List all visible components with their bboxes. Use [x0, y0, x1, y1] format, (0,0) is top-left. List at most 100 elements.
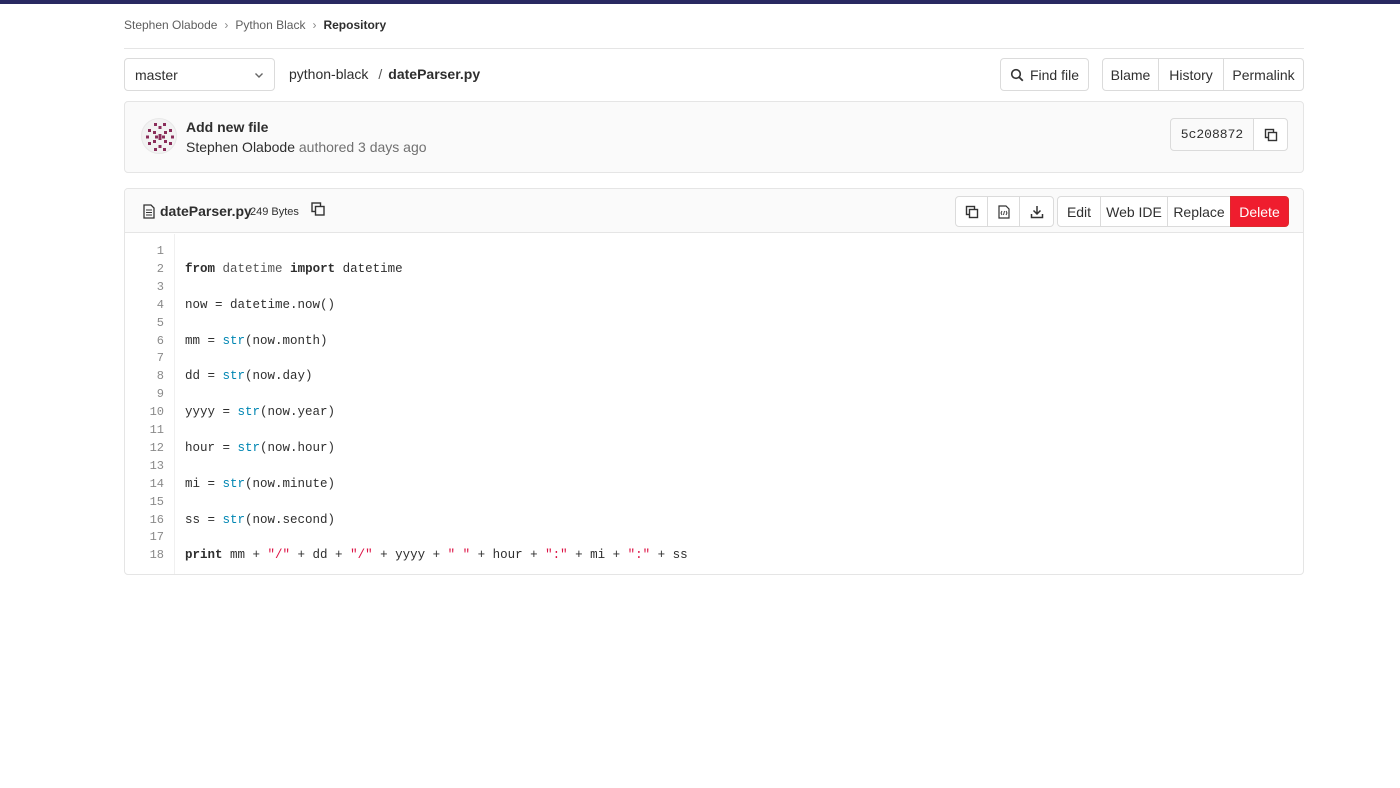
code-token: mm +	[222, 548, 268, 563]
line-number[interactable]: 18	[150, 548, 164, 562]
file-header: dateParser.py 249 Bytes Edit Web IDE Rep…	[125, 189, 1303, 233]
code-token: + hour +	[470, 548, 546, 563]
code-token: from	[185, 261, 216, 276]
code-token: datetime	[222, 261, 283, 276]
code-line: now = datetime.now()	[185, 298, 335, 312]
line-number[interactable]: 8	[157, 369, 164, 383]
header-divider	[124, 48, 1304, 49]
breadcrumb-item-user[interactable]: Stephen Olabode	[124, 18, 217, 32]
breadcrumb-item-project[interactable]: Python Black	[235, 18, 305, 32]
breadcrumb-separator: ›	[224, 18, 229, 32]
permalink-button[interactable]: Permalink	[1223, 58, 1304, 91]
code-token: (now.minute)	[245, 476, 336, 491]
history-button[interactable]: History	[1158, 58, 1224, 91]
breadcrumb-separator: ›	[312, 18, 317, 32]
line-number[interactable]: 11	[150, 423, 164, 437]
line-number[interactable]: 2	[157, 262, 164, 276]
download-button[interactable]	[1019, 196, 1054, 227]
file-viewer: dateParser.py 249 Bytes Edit Web IDE Rep…	[124, 188, 1304, 575]
line-number[interactable]: 1	[157, 244, 164, 258]
chevron-down-icon	[253, 69, 265, 81]
commit-author[interactable]: Stephen Olabode	[186, 139, 295, 155]
code-token: (now.year)	[260, 405, 336, 420]
line-number[interactable]: 5	[157, 316, 164, 330]
line-number[interactable]: 13	[150, 459, 164, 473]
code-token: + mi +	[567, 548, 628, 563]
code-token: ss =	[185, 512, 223, 527]
commit-sha[interactable]: 5c208872	[1170, 118, 1254, 151]
commit-meta: Stephen Olabode authored 3 days ago	[186, 139, 427, 155]
line-number[interactable]: 17	[150, 530, 164, 544]
file-path: python-black / dateParser.py	[289, 66, 480, 82]
code-token: str	[237, 405, 261, 420]
code-token: datetime	[335, 261, 403, 276]
code-token: str	[222, 512, 246, 527]
path-file-name[interactable]: dateParser.py	[388, 66, 480, 82]
replace-button[interactable]: Replace	[1167, 196, 1231, 227]
branch-select-value: master	[135, 66, 178, 83]
code-token: + yyyy +	[372, 548, 448, 563]
line-number[interactable]: 6	[157, 334, 164, 348]
code-token: mi =	[185, 476, 223, 491]
code-line: yyyy = str(now.year)	[185, 405, 335, 419]
top-nav-bar	[0, 0, 1400, 4]
code-line: ss = str(now.second)	[185, 513, 335, 527]
copy-icon	[1264, 128, 1278, 142]
code-line: print mm + "/" + dd + "/" + yyyy + " " +…	[185, 548, 688, 562]
code-token: yyyy =	[185, 405, 238, 420]
code-token: dd =	[185, 369, 223, 384]
code-token: (now.hour)	[260, 440, 336, 455]
code-token: ":"	[627, 548, 651, 563]
line-number[interactable]: 7	[157, 351, 164, 365]
line-number[interactable]: 9	[157, 387, 164, 401]
branch-select[interactable]: master	[124, 58, 275, 91]
line-number[interactable]: 10	[150, 405, 164, 419]
copy-icon	[965, 205, 979, 219]
code-line: from datetime import datetime	[185, 262, 403, 276]
line-number[interactable]: 4	[157, 298, 164, 312]
edit-button[interactable]: Edit	[1057, 196, 1101, 227]
path-repo-link[interactable]: python-black	[289, 66, 368, 82]
code-view: 1 2 3 4 5 6 7 8 9 10 11 12 13 14 15 16 17 18 from datetim…	[125, 234, 1303, 574]
line-number[interactable]: 12	[150, 441, 164, 455]
line-number[interactable]: 14	[150, 477, 164, 491]
code-token: import	[290, 261, 336, 276]
copy-icon[interactable]	[310, 201, 328, 219]
raw-file-icon	[997, 204, 1010, 219]
code-token: str	[222, 476, 246, 491]
code-token: "/"	[267, 548, 291, 563]
last-commit-panel: Add new file Stephen Olabode authored 3 …	[124, 101, 1304, 173]
code-token: " "	[447, 548, 471, 563]
file-icon	[143, 204, 155, 219]
open-raw-button[interactable]	[987, 196, 1020, 227]
code-token: hour =	[185, 440, 238, 455]
delete-button[interactable]: Delete	[1230, 196, 1289, 227]
line-number[interactable]: 15	[150, 495, 164, 509]
code-token: + dd +	[290, 548, 351, 563]
line-number[interactable]: 16	[150, 513, 164, 527]
breadcrumb-item-repository[interactable]: Repository	[323, 18, 386, 32]
code-token: mm =	[185, 333, 223, 348]
find-file-button[interactable]: Find file	[1000, 58, 1089, 91]
code-token: (now.day)	[245, 369, 313, 384]
path-separator: /	[378, 66, 383, 82]
identicon	[146, 123, 174, 151]
code-token: str	[222, 369, 246, 384]
web-ide-button[interactable]: Web IDE	[1100, 196, 1168, 227]
code-token: "/"	[350, 548, 373, 563]
avatar[interactable]	[141, 118, 177, 154]
copy-contents-button[interactable]	[955, 196, 988, 227]
code-line: mm = str(now.month)	[185, 334, 328, 348]
copy-sha-button[interactable]	[1253, 118, 1288, 151]
code-line: mi = str(now.minute)	[185, 477, 335, 491]
file-size: 249 Bytes	[250, 206, 299, 218]
code-token: print	[185, 548, 223, 563]
code-token: + ss	[650, 548, 688, 563]
code-token: (now.second)	[245, 512, 336, 527]
commit-title[interactable]: Add new file	[186, 119, 268, 135]
blame-button[interactable]: Blame	[1102, 58, 1159, 91]
line-number[interactable]: 3	[157, 280, 164, 294]
code-token: str	[222, 333, 246, 348]
